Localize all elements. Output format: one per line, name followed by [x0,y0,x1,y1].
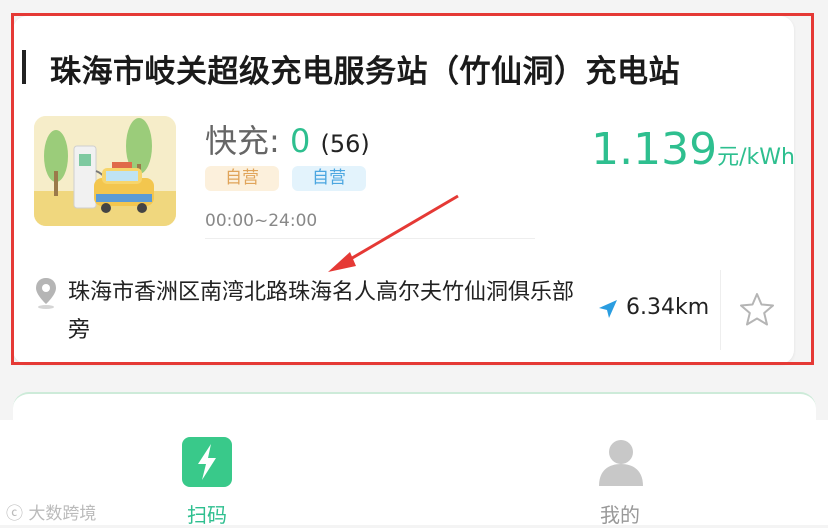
location-pin-icon [35,277,57,313]
price: 1.139元/kWh [591,124,795,175]
annotation-arrow [320,190,470,284]
vertical-divider [720,270,721,350]
charge-type-label: 快充: [205,122,280,160]
favorite-star-icon[interactable] [739,292,775,330]
station-name: 珠海市岐关超级充电服务站（竹仙洞）充电站 [50,54,680,90]
navigate-icon[interactable] [597,298,619,324]
available-count: 0 [289,122,311,160]
watermark: ⓒ 大数跨境 [6,504,97,524]
station-address: 珠海市香洲区南湾北路珠海名人高尔夫竹仙洞俱乐部旁 [68,280,575,343]
distance[interactable]: 6.34km [626,295,709,320]
station-thumbnail [34,116,176,226]
bottom-tabbar [0,420,828,525]
opening-hours: 00:00~24:00 [205,211,318,231]
user-icon[interactable] [597,436,645,492]
self-operated-tag: 自营 [205,166,279,191]
self-operated-tag-2: 自营 [292,166,366,191]
fast-charge-info: 快充: 0 (56) [205,116,370,162]
title-accent-bar [22,50,26,84]
price-unit: 元/kWh [717,145,795,170]
total-count: (56) [320,130,370,158]
tab-scan[interactable]: 扫码 [187,499,227,528]
price-amount: 1.139 [591,124,718,175]
watermark-text: 大数跨境 [28,504,97,524]
tab-me[interactable]: 我的 [600,499,640,528]
scan-icon[interactable] [182,437,232,487]
